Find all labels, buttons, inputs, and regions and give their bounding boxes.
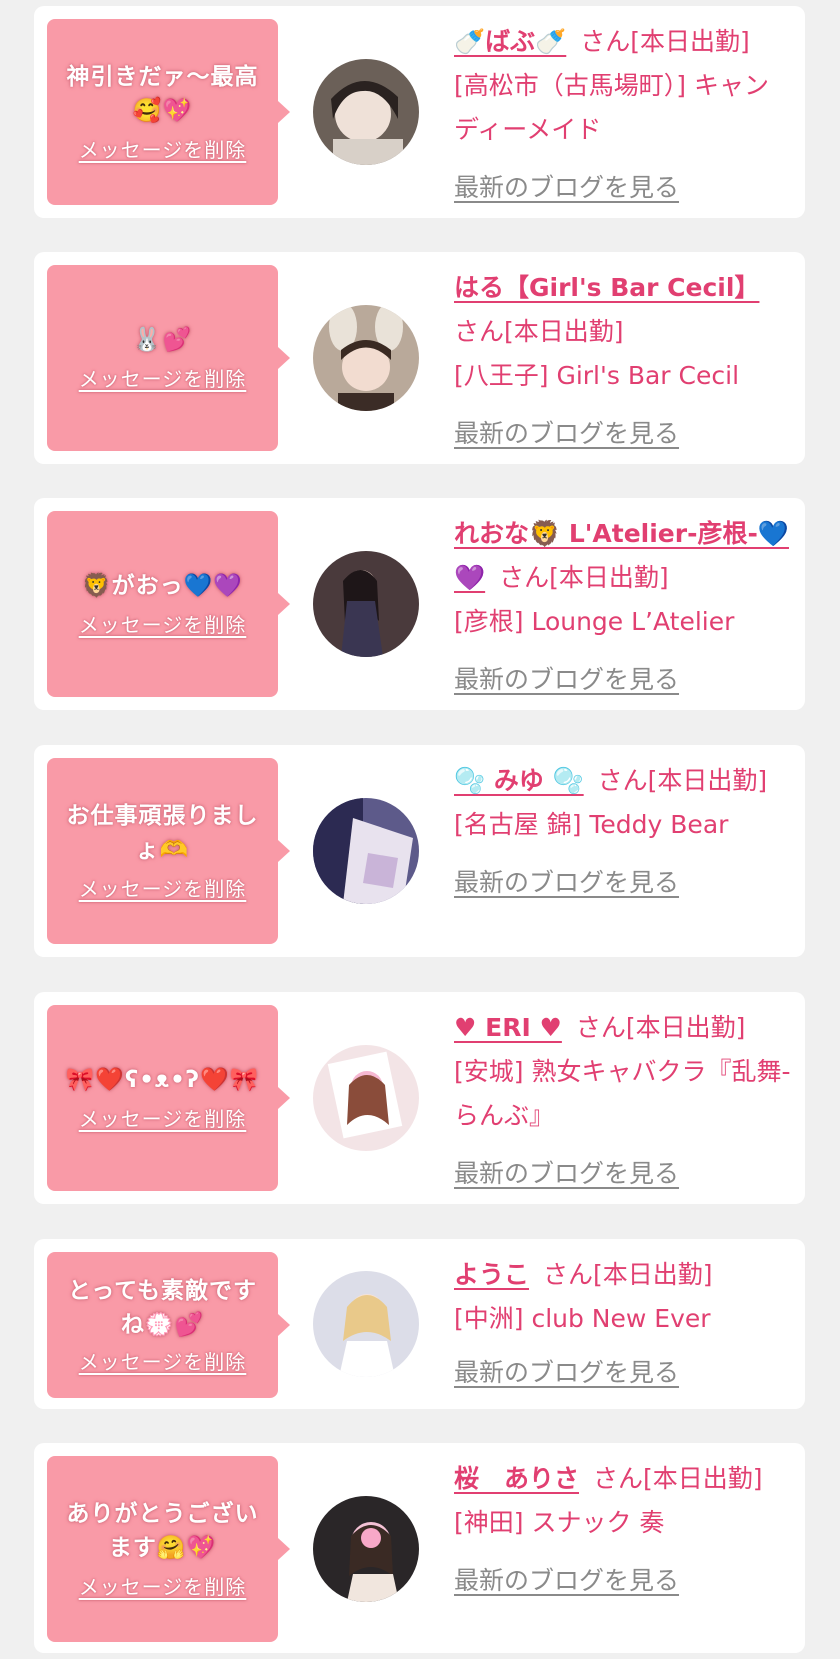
shop-text: [安城] 熟女キャバクラ『乱舞-らんぶ』 bbox=[454, 1057, 791, 1130]
message-bubble: とっても素敵ですね💮💕 メッセージを削除 bbox=[47, 1252, 290, 1398]
status-text: さん[本日出勤] bbox=[597, 766, 768, 795]
shop-text: [神田] スナック 奏 bbox=[454, 1508, 665, 1537]
status-text: さん[本日出勤] bbox=[580, 27, 750, 56]
cast-info: 🫧 みゆ 🫧 さん[本日出勤] [名古屋 錦] Teddy Bear 最新のブログ… bbox=[454, 759, 791, 905]
message-text: 🦁がおっ💙💜 bbox=[82, 573, 243, 599]
avatar[interactable] bbox=[313, 1271, 419, 1377]
status-text: さん[本日出勤] bbox=[454, 317, 624, 346]
latest-blog-link[interactable]: 最新のブログを見る bbox=[454, 1559, 791, 1603]
latest-blog-link[interactable]: 最新のブログを見る bbox=[454, 1351, 791, 1395]
message-card: ありがとうございます🤗💖 メッセージを削除 桜 ありさ さん[本日出勤] [神田]… bbox=[34, 1443, 805, 1653]
message-text: 神引きだァ〜最高🥰💖 bbox=[66, 64, 259, 124]
message-card: 🐰💕 メッセージを削除 はる【Girl's Bar Cecil】 さん[本日出勤]… bbox=[34, 252, 805, 464]
message-card: 神引きだァ〜最高🥰💖 メッセージを削除 🍼ばぶ🍼 さん[本日出勤] [高松市（古馬… bbox=[34, 6, 805, 218]
status-text: さん[本日出勤] bbox=[575, 1013, 746, 1042]
message-card: 🦁がおっ💙💜 メッセージを削除 れおな🦁 L'Atelier-彦根-💙💜 さん[本… bbox=[34, 498, 805, 710]
message-bubble: 🦁がおっ💙💜 メッセージを削除 bbox=[47, 511, 290, 697]
message-bubble: 🐰💕 メッセージを削除 bbox=[47, 265, 290, 451]
delete-message-link[interactable]: メッセージを削除 bbox=[79, 365, 247, 393]
cast-name-link[interactable]: 🍼ばぶ🍼 bbox=[454, 27, 566, 56]
shop-text: [高松市（古馬場町）] キャンディーメイド bbox=[454, 71, 769, 144]
latest-blog-link[interactable]: 最新のブログを見る bbox=[454, 658, 791, 702]
delete-message-link[interactable]: メッセージを削除 bbox=[79, 136, 247, 164]
avatar[interactable] bbox=[313, 305, 419, 411]
message-bubble: お仕事頑張りましょ🫶 メッセージを削除 bbox=[47, 758, 290, 944]
delete-message-link[interactable]: メッセージを削除 bbox=[79, 1105, 247, 1133]
delete-message-link[interactable]: メッセージを削除 bbox=[79, 611, 247, 639]
shop-text: [中洲] club New Ever bbox=[454, 1304, 711, 1333]
message-text: 🎀❤️ʕ•ᴥ•ʔ❤️🎀 bbox=[65, 1067, 260, 1093]
cast-info: 桜 ありさ さん[本日出勤] [神田] スナック 奏 最新のブログを見る bbox=[454, 1457, 791, 1603]
message-bubble: 🎀❤️ʕ•ᴥ•ʔ❤️🎀 メッセージを削除 bbox=[47, 1005, 290, 1191]
latest-blog-link[interactable]: 最新のブログを見る bbox=[454, 166, 791, 210]
avatar[interactable] bbox=[313, 798, 419, 904]
message-card: 🎀❤️ʕ•ᴥ•ʔ❤️🎀 メッセージを削除 ♥ ERI ♥ さん[本日出勤] [安城… bbox=[34, 992, 805, 1204]
latest-blog-link[interactable]: 最新のブログを見る bbox=[454, 861, 791, 905]
message-text: とっても素敵ですね💮💕 bbox=[67, 1278, 257, 1338]
message-bubble: ありがとうございます🤗💖 メッセージを削除 bbox=[47, 1456, 290, 1642]
cast-name-link[interactable]: ♥ ERI ♥ bbox=[454, 1013, 562, 1042]
message-card: とっても素敵ですね💮💕 メッセージを削除 ようこ さん[本日出勤] [中洲] cl… bbox=[34, 1239, 805, 1409]
cast-info: 🍼ばぶ🍼 さん[本日出勤] [高松市（古馬場町）] キャンディーメイド 最新のブロ… bbox=[454, 20, 791, 210]
avatar[interactable] bbox=[313, 551, 419, 657]
cast-name-link[interactable]: ようこ bbox=[454, 1260, 529, 1289]
status-text: さん[本日出勤] bbox=[543, 1260, 713, 1289]
message-text: ありがとうございます🤗💖 bbox=[66, 1501, 259, 1561]
message-bubble: 神引きだァ〜最高🥰💖 メッセージを削除 bbox=[47, 19, 290, 205]
avatar[interactable] bbox=[313, 59, 419, 165]
status-text: さん[本日出勤] bbox=[499, 563, 669, 592]
message-text: 🐰💕 bbox=[132, 327, 193, 353]
cast-name-link[interactable]: 🫧 みゆ 🫧 bbox=[454, 766, 584, 795]
avatar[interactable] bbox=[313, 1496, 419, 1602]
delete-message-link[interactable]: メッセージを削除 bbox=[79, 1573, 247, 1601]
cast-info: れおな🦁 L'Atelier-彦根-💙💜 さん[本日出勤] [彦根] Lounge… bbox=[454, 512, 791, 702]
cast-info: ようこ さん[本日出勤] [中洲] club New Ever 最新のブログを見る bbox=[454, 1253, 791, 1395]
cast-name-link[interactable]: 桜 ありさ bbox=[454, 1464, 579, 1493]
latest-blog-link[interactable]: 最新のブログを見る bbox=[454, 412, 791, 456]
shop-text: [八王子] Girl's Bar Cecil bbox=[454, 361, 740, 390]
avatar[interactable] bbox=[313, 1045, 419, 1151]
shop-text: [名古屋 錦] Teddy Bear bbox=[454, 810, 729, 839]
message-text: お仕事頑張りましょ🫶 bbox=[66, 803, 259, 863]
status-text: さん[本日出勤] bbox=[593, 1464, 763, 1493]
cast-info: はる【Girl's Bar Cecil】 さん[本日出勤] [八王子] Girl'… bbox=[454, 266, 791, 456]
delete-message-link[interactable]: メッセージを削除 bbox=[79, 875, 247, 903]
message-card: お仕事頑張りましょ🫶 メッセージを削除 🫧 みゆ 🫧 さん[本日出勤] [名古屋 … bbox=[34, 745, 805, 957]
latest-blog-link[interactable]: 最新のブログを見る bbox=[454, 1152, 791, 1196]
shop-text: [彦根] Lounge L’Atelier bbox=[454, 607, 735, 636]
cast-name-link[interactable]: はる【Girl's Bar Cecil】 bbox=[454, 273, 759, 302]
delete-message-link[interactable]: メッセージを削除 bbox=[79, 1348, 247, 1376]
cast-info: ♥ ERI ♥ さん[本日出勤] [安城] 熟女キャバクラ『乱舞-らんぶ』 最新の… bbox=[454, 1006, 791, 1196]
